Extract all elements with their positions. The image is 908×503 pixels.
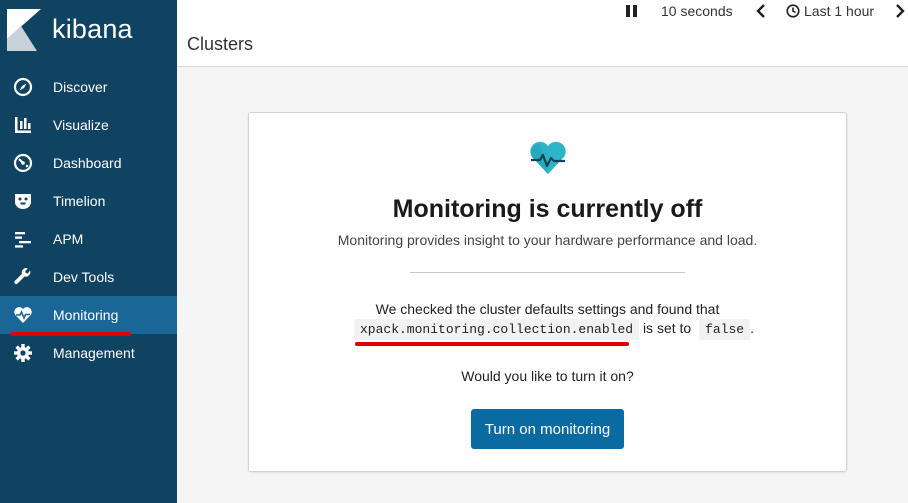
refresh-interval-button[interactable]: 10 seconds — [661, 3, 733, 19]
checked-message: We checked the cluster defaults settings… — [375, 301, 720, 317]
sidebar-item-label: Dev Tools — [53, 269, 115, 285]
top-bar: Clusters 10 seconds Last 1 hour — [177, 0, 908, 67]
setting-name-code: xpack.monitoring.collection.enabled — [354, 319, 640, 340]
dashboard-gauge-icon — [13, 153, 33, 173]
annotation-underline — [355, 342, 629, 346]
kibana-logo[interactable]: kibana — [0, 0, 177, 66]
compass-icon — [13, 77, 33, 97]
wrench-icon — [13, 267, 33, 287]
chevron-right-icon[interactable] — [894, 4, 906, 18]
sidebar-item-label: Discover — [53, 79, 108, 95]
is-set-to-text: is set to — [642, 320, 692, 336]
monitoring-off-panel: Monitoring is currently off Monitoring p… — [248, 112, 847, 472]
sidebar-item-dev-tools[interactable]: Dev Tools — [0, 258, 177, 296]
apm-lines-icon — [13, 229, 33, 249]
sidebar-item-label: Dashboard — [53, 155, 122, 171]
setting-line: xpack.monitoring.collection.enabled is s… — [354, 319, 754, 342]
divider — [410, 272, 685, 273]
sidebar-item-apm[interactable]: APM — [0, 220, 177, 258]
setting-value-code: false — [699, 319, 751, 340]
timelion-bear-icon — [13, 191, 33, 211]
panel-subtitle: Monitoring provides insight to your hard… — [337, 232, 758, 248]
sidebar-item-label: APM — [53, 231, 84, 247]
sidebar-item-label: Timelion — [53, 193, 106, 209]
bar-chart-icon — [13, 115, 33, 135]
heartbeat-icon — [528, 140, 568, 181]
clock-icon — [786, 4, 800, 18]
chevron-left-icon[interactable] — [755, 4, 767, 18]
sidebar-item-label: Visualize — [53, 117, 109, 133]
turn-on-monitoring-button[interactable]: Turn on monitoring — [471, 409, 624, 449]
sidebar-item-discover[interactable]: Discover — [0, 68, 177, 106]
period-text: . — [750, 320, 754, 336]
page-title: Clusters — [187, 34, 254, 54]
sidebar-item-visualize[interactable]: Visualize — [0, 106, 177, 144]
pause-icon[interactable] — [625, 4, 639, 18]
sidebar-item-label: Management — [53, 345, 135, 361]
time-range-picker[interactable]: Last 1 hour — [804, 3, 874, 19]
heartbeat-icon — [13, 305, 33, 325]
sidebar-item-management[interactable]: Management — [0, 334, 177, 372]
sidebar-item-timelion[interactable]: Timelion — [0, 182, 177, 220]
sidebar-item-label: Monitoring — [53, 307, 119, 323]
gear-icon — [13, 343, 33, 363]
sidebar-item-dashboard[interactable]: Dashboard — [0, 144, 177, 182]
kibana-logo-icon — [7, 9, 41, 51]
sidebar-item-monitoring[interactable]: Monitoring — [0, 296, 177, 334]
sidebar: kibana Discover Visualize Dashboard Time… — [0, 0, 177, 503]
app-name: kibana — [52, 14, 133, 44]
panel-title: Monitoring is currently off — [392, 195, 703, 223]
question-text: Would you like to turn it on? — [461, 368, 634, 384]
